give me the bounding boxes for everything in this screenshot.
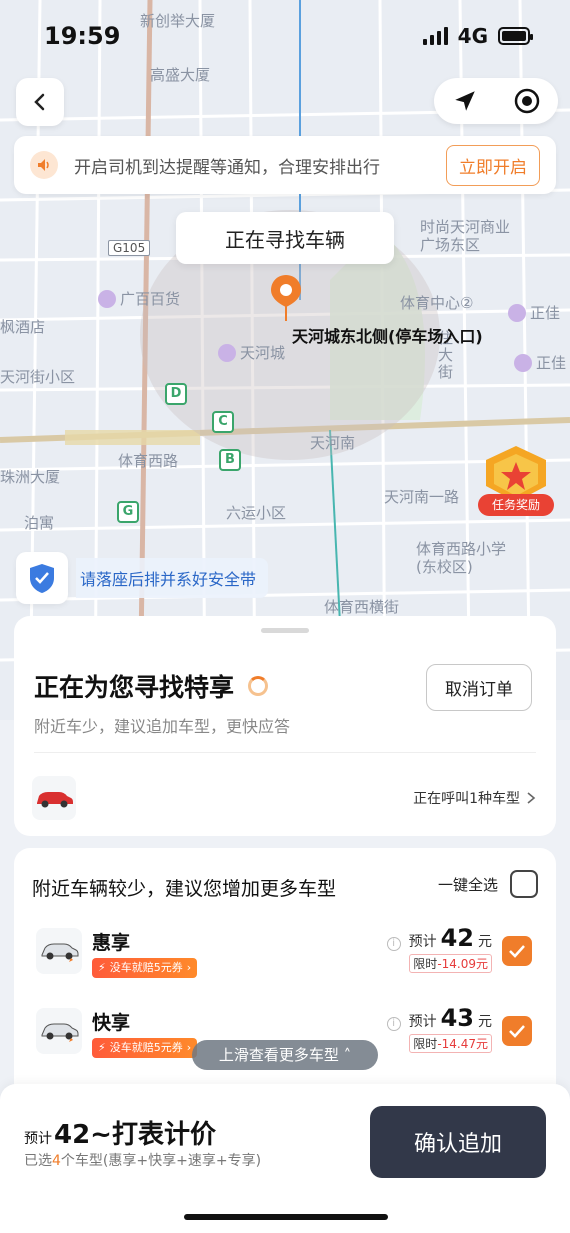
navigation-arrow-icon[interactable] (452, 88, 478, 114)
metro-exit-icon: B (219, 449, 241, 471)
checkmark-icon (509, 1025, 525, 1038)
pickup-location-label: 天河城东北侧(停车场入口) (292, 327, 483, 346)
map-label: 体育西路小学(东校区) (416, 540, 507, 576)
order-status-title: 正在为您寻找特享 (34, 668, 269, 704)
price-area: i 预计 43 元 限时-14.47元 (386, 1004, 492, 1053)
metro-exit-icon: G (117, 501, 139, 523)
chevron-up-icon: ˄ (343, 1046, 352, 1064)
checkmark-icon (509, 945, 525, 958)
enable-notification-button[interactable]: 立即开启 (446, 144, 540, 186)
map-label: 天河街小区 (0, 368, 76, 386)
map-label: 天河南 (310, 434, 356, 452)
reward-label[interactable]: 任务奖励 (478, 494, 554, 516)
car-option-row[interactable]: 惠享 ⚡ 没车就赔5元券 › i 预计 42 元 限时-14.09元 (14, 922, 556, 992)
map-label: 珠洲大厦 (0, 468, 61, 486)
chevron-right-icon: › (186, 1041, 192, 1054)
car-icon (36, 1008, 82, 1054)
car-icon (36, 928, 82, 974)
map-controls (434, 78, 558, 124)
divider (34, 752, 536, 753)
chevron-right-icon (527, 792, 536, 804)
checkbox-checked[interactable] (502, 936, 532, 966)
loading-spinner-icon (248, 676, 269, 696)
calling-vehicle-types[interactable]: 正在呼叫1种车型 (413, 788, 536, 808)
network-type: 4G (457, 24, 488, 48)
map-poi: 天河城 (218, 342, 285, 363)
shield-check-icon (16, 552, 68, 604)
map-label: 天河南一路 (384, 488, 460, 506)
map-label: 时尚天河商业广场东区 (420, 218, 511, 254)
confirm-add-button[interactable]: 确认追加 (370, 1106, 546, 1178)
map-label: 体育西路 (118, 452, 179, 470)
suggest-title: 附近车辆较少，建议您增加更多车型 (32, 878, 337, 900)
map-poi: 正佳 (508, 302, 560, 323)
price-value: 43 (440, 1004, 474, 1032)
map-label: 体育西横街 (324, 598, 400, 616)
map-poi: 正佳 (514, 352, 566, 373)
metro-exit-icon: C (212, 411, 234, 433)
status-time: 19:59 (44, 22, 121, 50)
drag-handle[interactable] (261, 628, 309, 633)
order-status-subtitle: 附近车少，建议追加车型，更快应答 (34, 717, 291, 736)
lightning-icon: ⚡ (98, 961, 106, 974)
cellular-signal-icon (422, 27, 448, 45)
swipe-up-hint[interactable]: 上滑查看更多车型 ˄ (192, 1040, 378, 1070)
mall-icon (514, 353, 532, 372)
info-icon[interactable]: i (386, 937, 401, 951)
price-area: i 预计 42 元 限时-14.09元 (386, 924, 492, 973)
order-status-card: 正在为您寻找特享 附近车少，建议追加车型，更快应答 取消订单 正在呼叫1种车型 (14, 616, 556, 836)
map-label: 枫酒店 (0, 318, 46, 336)
speaker-icon (30, 151, 58, 179)
checkbox-checked[interactable] (502, 1016, 532, 1046)
price-value: 42 (440, 924, 474, 952)
metro-exit-icon: D (165, 383, 187, 405)
highway-badge: G105 (108, 240, 151, 256)
mall-icon (508, 303, 526, 322)
cancel-order-button[interactable]: 取消订单 (426, 664, 532, 711)
map-poi: 广百百货 (98, 288, 180, 309)
select-all-toggle[interactable]: 一键全选 (438, 870, 538, 898)
status-bar: 19:59 4G (0, 0, 570, 76)
status-icons: 4G (422, 24, 533, 48)
seatbelt-text: 请落座后排并系好安全带 (76, 558, 269, 598)
car-icon (32, 776, 76, 820)
map-label: 六运小区 (226, 504, 287, 522)
searching-vehicle-pill: 正在寻找车辆 (176, 212, 394, 264)
car-type-name: 惠享 (92, 932, 131, 954)
suggest-vehicles-card: 附近车辆较少，建议您增加更多车型 一键全选 惠享 ⚡ 没车就赔5元券 › i 预… (14, 848, 556, 1108)
limited-discount: 限时-14.47元 (409, 1034, 492, 1053)
battery-icon (498, 27, 533, 45)
chevron-left-icon (34, 93, 45, 111)
car-type-name: 快享 (92, 1012, 131, 1034)
locate-me-icon[interactable] (513, 87, 541, 115)
info-icon[interactable]: i (386, 1017, 401, 1031)
coupon-badge[interactable]: ⚡ 没车就赔5元券 › (92, 958, 198, 978)
map-label: 体育中心② (400, 294, 474, 312)
notification-text: 开启司机到达提醒等通知，合理安排出行 (74, 157, 380, 178)
limited-discount: 限时-14.09元 (409, 954, 492, 973)
checkbox-unchecked[interactable] (510, 870, 538, 898)
chevron-right-icon: › (186, 961, 192, 974)
bottom-action-bar: 预计 42~打表计价 已选4个车型(惠享+快享+速享+专享) 确认追加 (0, 1084, 570, 1233)
estimated-price: 预计 42~打表计价 (24, 1120, 216, 1150)
selected-vehicle-summary: 已选4个车型(惠享+快享+速享+专享) (24, 1153, 262, 1169)
map-label: 泊寓 (24, 514, 55, 532)
coupon-badge[interactable]: ⚡ 没车就赔5元券 › (92, 1038, 198, 1058)
back-button[interactable] (16, 78, 64, 126)
seatbelt-reminder: 请落座后排并系好安全带 (16, 552, 269, 604)
lightning-icon: ⚡ (98, 1041, 106, 1054)
pickup-pin-icon (271, 275, 301, 321)
notification-banner: 开启司机到达提醒等通知，合理安排出行 立即开启 (14, 136, 556, 194)
mall-icon (218, 343, 236, 362)
mall-icon (98, 289, 116, 308)
home-indicator[interactable] (184, 1214, 388, 1220)
